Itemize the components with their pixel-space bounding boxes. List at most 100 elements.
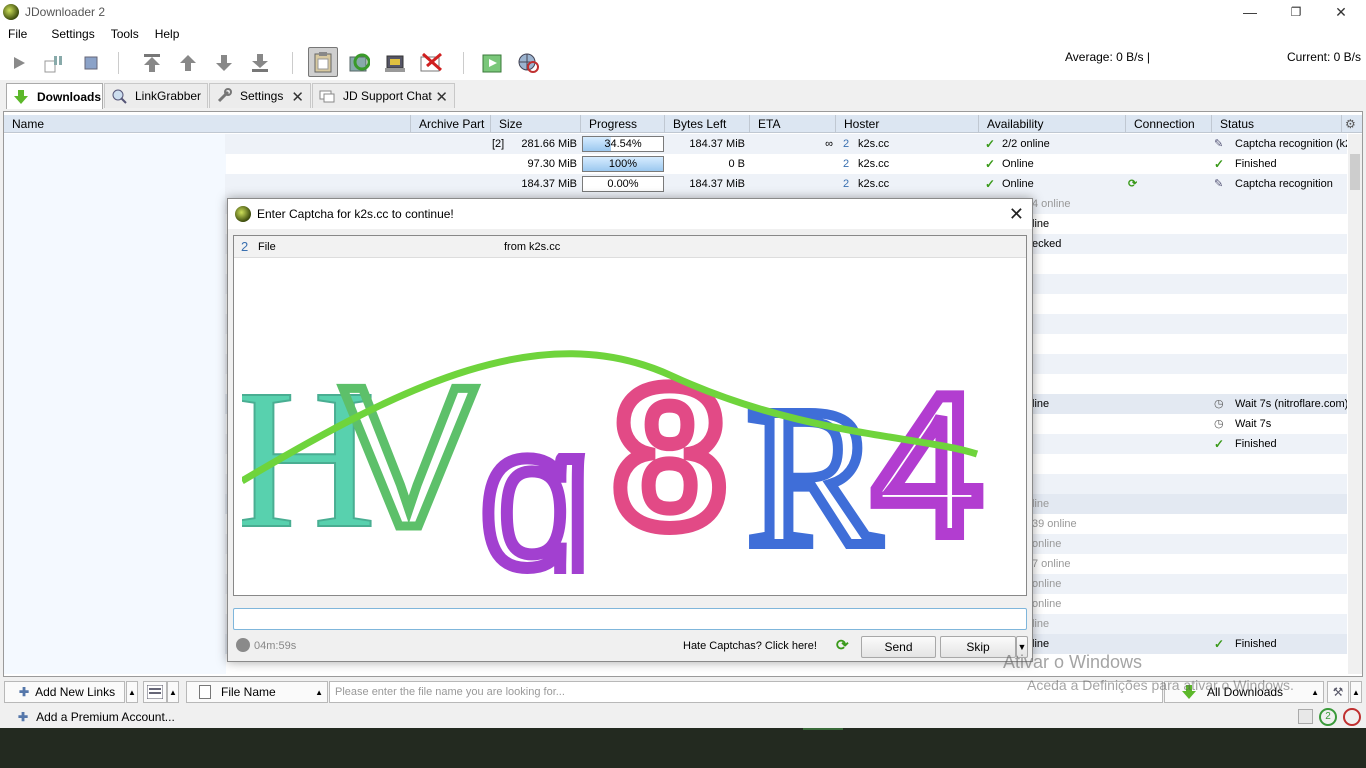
premium-toggle-button[interactable] xyxy=(382,50,408,76)
tab-downloads[interactable]: Downloads xyxy=(6,83,103,109)
availability: line xyxy=(1032,218,1050,230)
tab-settings[interactable]: Settings ✕ xyxy=(209,83,311,108)
col-connection[interactable]: Connection xyxy=(1126,115,1212,133)
tab-linkgrabber[interactable]: LinkGrabber xyxy=(104,83,208,108)
progress-bar: 34.54% xyxy=(582,136,664,152)
hoster-icon: 2 xyxy=(843,178,850,190)
status: Finished xyxy=(1235,438,1277,450)
move-top-button[interactable] xyxy=(139,50,165,76)
update-button[interactable] xyxy=(479,50,505,76)
stop-downloads-button[interactable] xyxy=(78,50,104,76)
auto-reconnect-button[interactable] xyxy=(346,50,372,76)
menu-help[interactable]: Help xyxy=(147,27,188,41)
menu-tools[interactable]: Tools xyxy=(103,27,147,41)
hate-captchas-link[interactable]: Hate Captchas? Click here! xyxy=(683,640,817,652)
menu-file[interactable]: File xyxy=(0,27,35,41)
table-row[interactable]: 184.37 MiB 0.00% 184.37 MiB 2 k2s.cc ✓ O… xyxy=(225,174,1347,194)
progress-bar: 0.00% xyxy=(582,176,664,192)
dialog-close-button[interactable]: ✕ xyxy=(1009,204,1024,225)
refresh-captcha-icon[interactable]: ⟳ xyxy=(836,636,849,654)
column-settings-icon[interactable]: ⚙ xyxy=(1342,115,1362,133)
size: 281.66 MiB xyxy=(521,138,577,150)
add-links-menu[interactable]: ▲ xyxy=(126,681,138,703)
menu-bar: File Settings Tools Help xyxy=(0,24,1366,44)
current-speed: Current: 0 B/s xyxy=(1286,50,1361,64)
search-field-selector[interactable]: File Name ▲ xyxy=(186,681,328,703)
availability: 4 online xyxy=(1032,198,1071,210)
window-title: JDownloader 2 xyxy=(25,5,106,19)
hoster: k2s.cc xyxy=(858,138,890,150)
bytes-left: 184.37 MiB xyxy=(689,138,745,150)
close-tab-chat-icon[interactable]: ✕ xyxy=(435,88,448,106)
col-name[interactable]: Name xyxy=(4,115,411,133)
send-button[interactable]: Send xyxy=(861,636,936,658)
restore-button[interactable]: ❐ xyxy=(1273,0,1319,24)
scrollbar-thumb[interactable] xyxy=(1350,154,1360,190)
svg-text:8: 8 xyxy=(614,346,725,569)
dialog-title-bar: Enter Captcha for k2s.cc to continue! ✕ xyxy=(228,199,1032,229)
file-icon xyxy=(199,685,211,699)
download-arrow-icon xyxy=(14,89,28,104)
plus-icon: ✚ xyxy=(18,710,29,724)
menu-settings[interactable]: Settings xyxy=(43,27,102,41)
add-premium-account-link[interactable]: Add a Premium Account... xyxy=(36,710,175,724)
col-hoster[interactable]: Hoster xyxy=(836,115,979,133)
col-progress[interactable]: Progress xyxy=(581,115,665,133)
status: Finished xyxy=(1235,158,1277,170)
move-up-button[interactable] xyxy=(175,50,201,76)
captcha-image: H V q 8 R 4 xyxy=(231,276,1017,615)
status: Finished xyxy=(1235,638,1277,650)
bytes-left: 0 B xyxy=(728,158,745,170)
jdownloader-icon xyxy=(3,4,19,20)
dialog-title: Enter Captcha for k2s.cc to continue! xyxy=(257,207,454,221)
connection-refresh-icon: ⟳ xyxy=(1128,178,1138,190)
chevron-up-icon: ▲ xyxy=(315,687,323,697)
table-row[interactable]: 97.30 MiB 100% 0 B 2 k2s.cc ✓ Online ✓ F… xyxy=(225,154,1347,174)
svg-text:R: R xyxy=(747,367,881,574)
col-status[interactable]: Status xyxy=(1212,115,1342,133)
close-tab-settings-icon[interactable]: ✕ xyxy=(291,88,304,106)
windows-activation-watermark: Ativar o Windows xyxy=(1003,652,1143,672)
move-down-button[interactable] xyxy=(211,50,237,76)
tab-settings-label: Settings xyxy=(240,89,284,103)
tray-k2s-icon[interactable]: 2 xyxy=(1319,708,1337,726)
availability: ecked xyxy=(1032,238,1062,250)
col-size[interactable]: Size xyxy=(491,115,581,133)
captcha-picture: H V q 8 R 4 xyxy=(231,339,989,615)
main-tabs: Downloads LinkGrabber Settings ✕ JD Supp… xyxy=(0,82,1366,109)
eta: ∞ xyxy=(825,138,833,150)
vertical-scrollbar[interactable] xyxy=(1348,134,1362,674)
online-check-icon: ✓ xyxy=(985,137,996,151)
quick-settings-menu[interactable]: ▲ xyxy=(1350,681,1362,703)
col-bytes-left[interactable]: Bytes Left xyxy=(665,115,750,133)
col-availability[interactable]: Availability xyxy=(979,115,1126,133)
list-view-button[interactable] xyxy=(143,681,167,703)
col-eta[interactable]: ETA xyxy=(750,115,836,133)
globe-reconnect-icon xyxy=(518,53,539,73)
tab-support-chat[interactable]: JD Support Chat ✕ xyxy=(312,83,455,108)
availability: online xyxy=(1032,598,1062,610)
hoster-icon: 2 xyxy=(843,158,850,170)
reconnect-now-button[interactable] xyxy=(515,50,541,76)
start-downloads-button[interactable] xyxy=(6,50,32,76)
linkgrabber-icon xyxy=(112,89,127,104)
table-row[interactable]: [2] 281.66 MiB 34.54% 184.37 MiB ∞ 2 k2s… xyxy=(225,134,1347,154)
clipboard-observer-toggle[interactable] xyxy=(308,47,338,77)
captcha-input[interactable] xyxy=(233,608,1027,630)
tray-network-icon[interactable] xyxy=(1298,709,1313,724)
move-bottom-icon xyxy=(252,54,268,72)
close-window-button[interactable]: ✕ xyxy=(1318,0,1364,24)
view-menu[interactable]: ▲ xyxy=(167,681,179,703)
pause-downloads-button[interactable] xyxy=(40,50,66,76)
minimize-button[interactable]: — xyxy=(1227,0,1273,24)
silent-mode-button[interactable] xyxy=(418,50,444,76)
move-bottom-button[interactable] xyxy=(247,50,273,76)
dialog-footer: 04m:59s Hate Captchas? Click here! ⟳ Sen… xyxy=(228,633,1032,661)
tab-support-chat-label: JD Support Chat xyxy=(343,89,432,103)
availability: line xyxy=(1032,618,1050,630)
quick-settings-button[interactable]: ⚒ xyxy=(1327,681,1349,703)
add-new-links-button[interactable]: ✚ Add New Links xyxy=(4,681,125,703)
col-archive-part[interactable]: Archive Part xyxy=(411,115,491,133)
availability: Online xyxy=(1002,178,1034,190)
tray-reconnect-icon[interactable] xyxy=(1343,708,1361,726)
